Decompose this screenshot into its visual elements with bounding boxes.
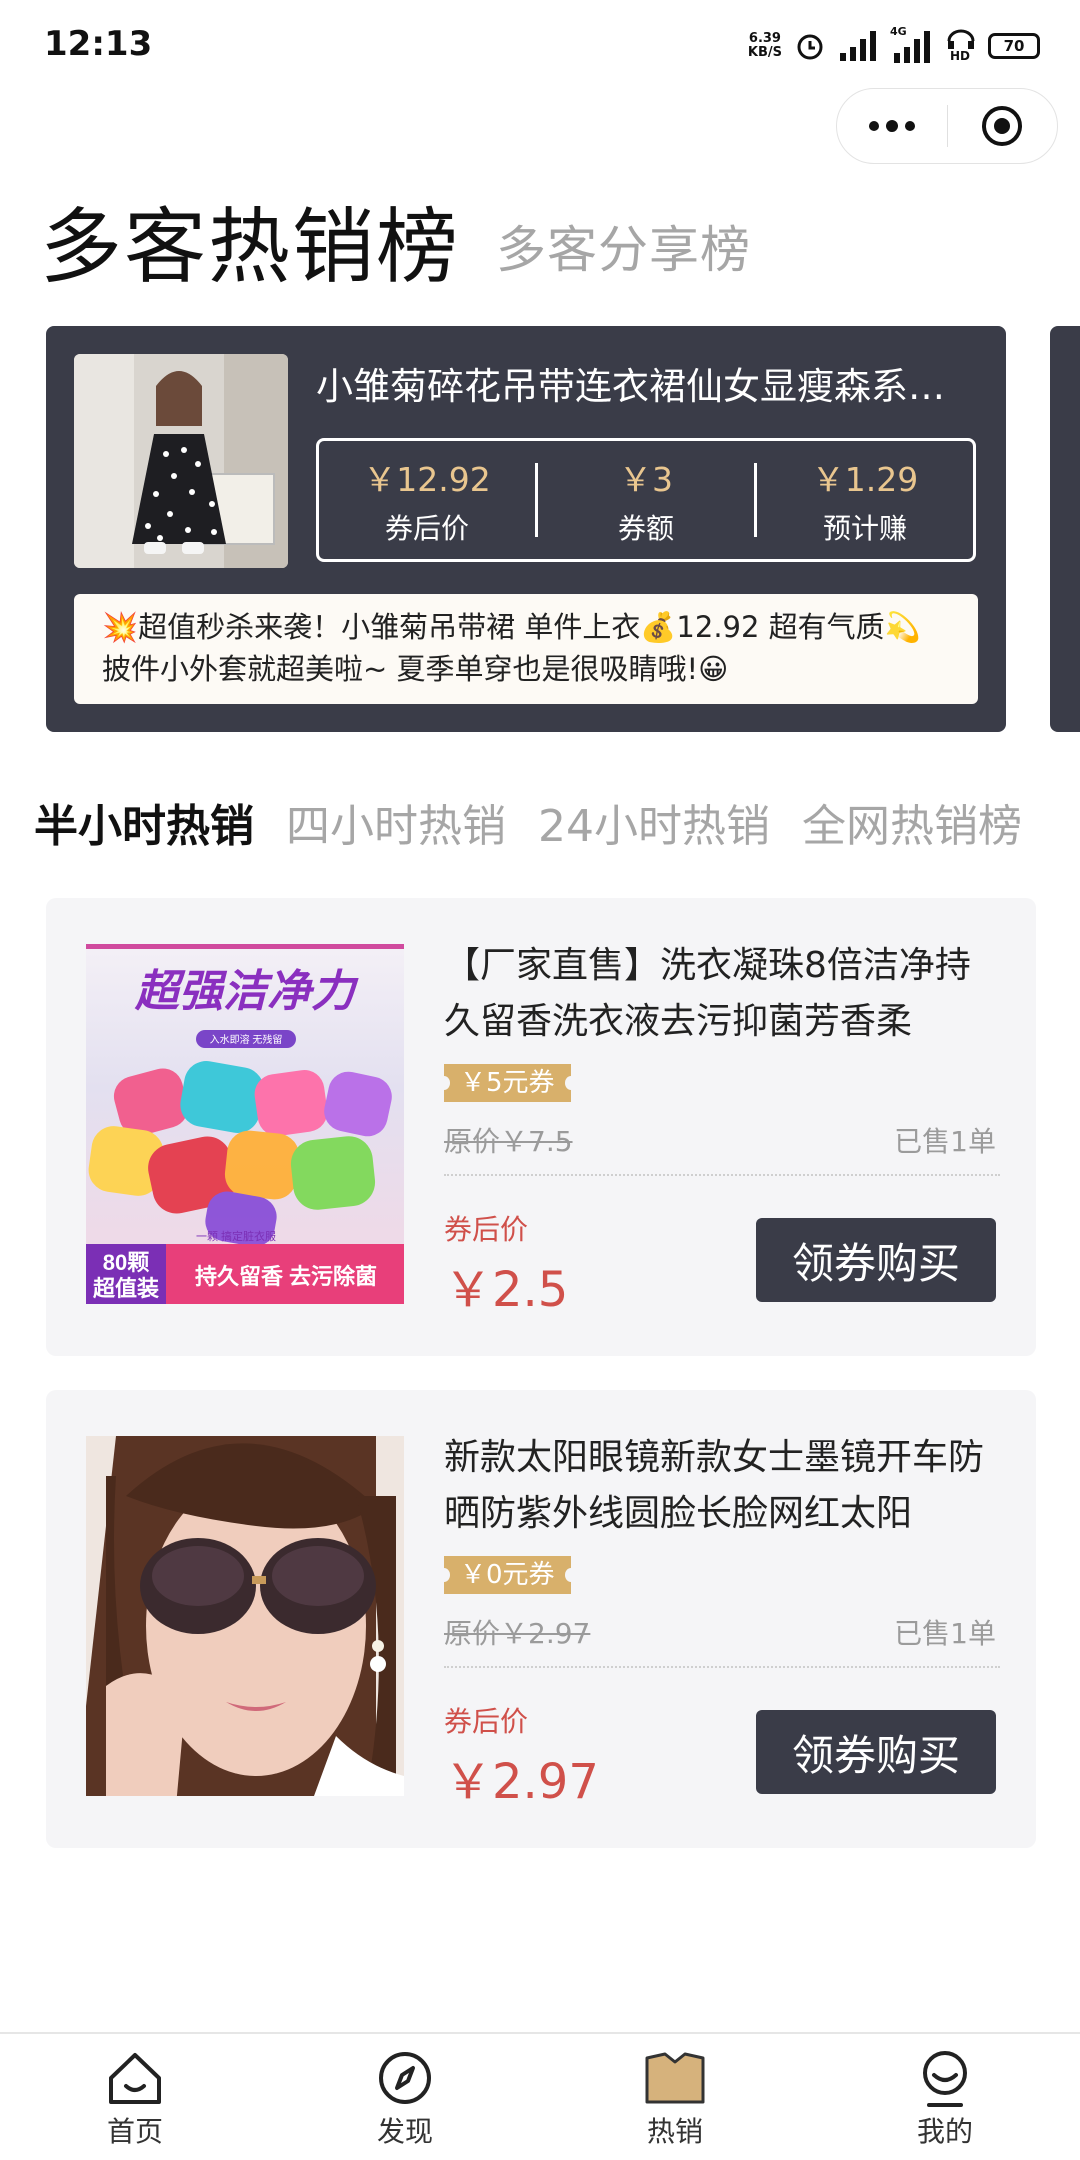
after-coupon-label: 券后价: [444, 1213, 529, 1246]
sold-count: 已售1单: [894, 1617, 996, 1650]
nav-item-profile[interactable]: 我的: [810, 2034, 1080, 2160]
nav-label: 发现: [376, 2115, 433, 2148]
tab-four-hours[interactable]: 四小时热销: [286, 790, 506, 854]
featured-share-text[interactable]: 💥超值秒杀来袭！小雏菊吊带裙 单件上衣💰12.92 超有气质💫 披件小外套就超美…: [74, 594, 978, 704]
stat-after-coupon-price: ￥12.92 券后价: [363, 460, 491, 545]
product-image[interactable]: 超强洁净力 入水即溶 无残留 80颗 超值装 一颗 搞定脏衣服 持久留香 去污除…: [86, 944, 404, 1304]
image-note: 一颗 搞定脏衣服: [196, 1229, 276, 1243]
product-image[interactable]: [86, 1436, 404, 1796]
status-bar: 12:13 6.39 KB/S 4G HD 70: [0, 0, 1080, 92]
image-deal: 超值装: [93, 1276, 159, 1301]
featured-product-image[interactable]: [74, 354, 288, 568]
signal-icon: [840, 31, 876, 61]
nav-label: 热销: [646, 2115, 703, 2148]
battery-icon: 70: [988, 33, 1040, 59]
product-card[interactable]: 新款太阳眼镜新款女士墨镜开车防晒防紫外线圆脸长脸网红太阳 ￥0元券 原价￥2.9…: [46, 1390, 1036, 1848]
profile-icon: [915, 2048, 975, 2108]
tab-half-hour[interactable]: 半小时热销: [34, 790, 254, 854]
status-icons: 6.39 KB/S 4G HD 70: [747, 25, 1040, 66]
dotted-divider: [444, 1666, 1000, 1668]
original-price: 原价￥2.97: [444, 1617, 591, 1650]
coupon-badge: ￥0元券: [438, 1556, 577, 1594]
home-icon: [105, 2048, 165, 2108]
tab-24-hours[interactable]: 24小时热销: [538, 790, 770, 854]
image-count: 80颗: [103, 1250, 149, 1275]
more-dots-icon: [868, 120, 915, 132]
after-coupon-label: 券后价: [444, 1705, 529, 1738]
page-title[interactable]: 多客热销榜: [40, 180, 460, 299]
stat-coupon-amount: ￥3 券额: [617, 460, 674, 545]
featured-product-card[interactable]: 小雏菊碎花吊带连衣裙仙女显瘦森系… ￥12.92 券后价 ￥3 券额 ￥1.29…: [46, 326, 1006, 732]
close-miniprogram-button[interactable]: [948, 89, 1058, 163]
after-coupon-price: ￥2.97: [444, 1754, 599, 1810]
product-title[interactable]: 新款太阳眼镜新款女士墨镜开车防晒防紫外线圆脸长脸网红太阳: [444, 1430, 1000, 1542]
network-speed: 6.39 KB/S: [747, 31, 782, 60]
status-time: 12:13: [44, 24, 153, 64]
hot-icon: [645, 2048, 705, 2108]
miniprogram-capsule: [836, 88, 1058, 164]
after-coupon-price: ￥2.5: [444, 1262, 569, 1318]
alarm-icon: [797, 34, 823, 60]
tab-whole-network[interactable]: 全网热销榜: [802, 790, 1022, 854]
nav-label: 我的: [916, 2115, 973, 2148]
featured-price-stats: ￥12.92 券后价 ￥3 券额 ￥1.29 预计赚: [316, 438, 976, 562]
ranking-tabs: 半小时热销 四小时热销 24小时热销 全网热销榜: [34, 790, 1022, 854]
target-close-icon: [982, 106, 1023, 146]
dotted-divider: [444, 1174, 1000, 1176]
stat-estimated-earnings: ￥1.29 预计赚: [811, 460, 919, 545]
image-features: 持久留香 去污除菌: [195, 1264, 377, 1289]
next-featured-card-peek[interactable]: [1050, 326, 1080, 732]
original-price: 原价￥7.5: [444, 1125, 573, 1158]
hd-call-icon: HD: [946, 29, 976, 63]
claim-coupon-buy-button[interactable]: 领券购买: [756, 1710, 996, 1794]
bottom-navigation: 首页 发现 热销 我的: [0, 2032, 1080, 2160]
nav-label: 首页: [106, 2115, 163, 2148]
share-ranking-tab[interactable]: 多客分享榜: [496, 210, 751, 282]
more-menu-button[interactable]: [837, 89, 947, 163]
signal-4g-icon: 4G: [890, 25, 934, 63]
compass-icon: [375, 2048, 435, 2108]
product-card[interactable]: 超强洁净力 入水即溶 无残留 80颗 超值装 一颗 搞定脏衣服 持久留香 去污除…: [46, 898, 1036, 1356]
image-headline: 超强洁净力: [134, 967, 359, 1016]
sold-count: 已售1单: [894, 1125, 996, 1158]
claim-coupon-buy-button[interactable]: 领券购买: [756, 1218, 996, 1302]
nav-item-discover[interactable]: 发现: [270, 2034, 540, 2160]
nav-item-hot[interactable]: 热销: [540, 2034, 810, 2160]
coupon-badge: ￥5元券: [438, 1064, 577, 1102]
image-tagline: 入水即溶 无残留: [210, 1033, 283, 1046]
product-title[interactable]: 【厂家直售】洗衣凝珠8倍洁净持久留香洗衣液去污抑菌芳香柔: [444, 938, 1000, 1050]
featured-product-title[interactable]: 小雏菊碎花吊带连衣裙仙女显瘦森系…: [316, 356, 976, 410]
nav-item-home[interactable]: 首页: [0, 2034, 270, 2160]
